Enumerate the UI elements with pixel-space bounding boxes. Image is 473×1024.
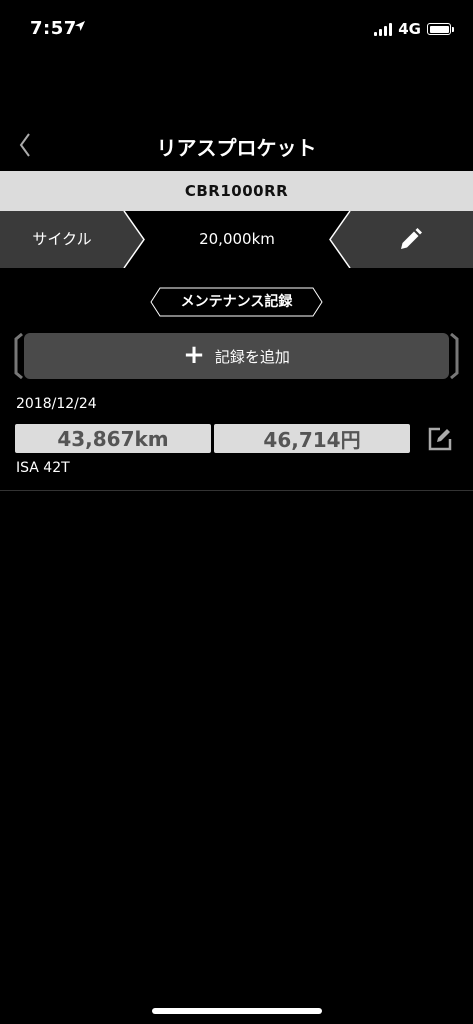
signal-icon xyxy=(374,22,393,36)
status-indicators: 4G xyxy=(374,20,454,38)
record-mileage: 43,867km xyxy=(15,424,211,453)
maintenance-records-tag: メンテナンス記録 xyxy=(150,287,323,317)
edit-record-icon[interactable] xyxy=(427,426,453,452)
record-item[interactable]: 2018/12/24 43,867km 46,714円 ISA 42T xyxy=(0,392,473,491)
record-date: 2018/12/24 xyxy=(16,396,97,412)
location-arrow-icon xyxy=(75,21,85,31)
record-values: 43,867km 46,714円 xyxy=(15,424,410,453)
plus-icon: + xyxy=(183,340,205,370)
home-indicator[interactable] xyxy=(152,1008,322,1014)
nav-bar: リアスプロケット xyxy=(0,120,473,170)
cycle-row: サイクル 20,000km xyxy=(0,211,473,268)
maintenance-records-label: メンテナンス記録 xyxy=(180,294,293,310)
battery-icon xyxy=(427,23,454,35)
status-bar: 7:57 4G xyxy=(0,0,473,58)
add-button-body: + 記録を追加 xyxy=(24,333,449,379)
pencil-icon xyxy=(401,227,422,249)
add-record-label: 記録を追加 xyxy=(214,347,290,366)
edit-cycle-button[interactable] xyxy=(380,211,440,268)
record-note: ISA 42T xyxy=(16,460,70,476)
cycle-label: サイクル xyxy=(32,230,92,248)
record-cost: 46,714円 xyxy=(214,424,410,453)
add-record-button[interactable]: + 記録を追加 xyxy=(12,333,461,379)
status-time: 7:57 xyxy=(30,18,77,39)
model-name-bar: CBR1000RR xyxy=(0,171,473,211)
page-title: リアスプロケット xyxy=(156,136,317,160)
network-type: 4G xyxy=(398,20,421,38)
cycle-value: 20,000km xyxy=(199,230,275,248)
